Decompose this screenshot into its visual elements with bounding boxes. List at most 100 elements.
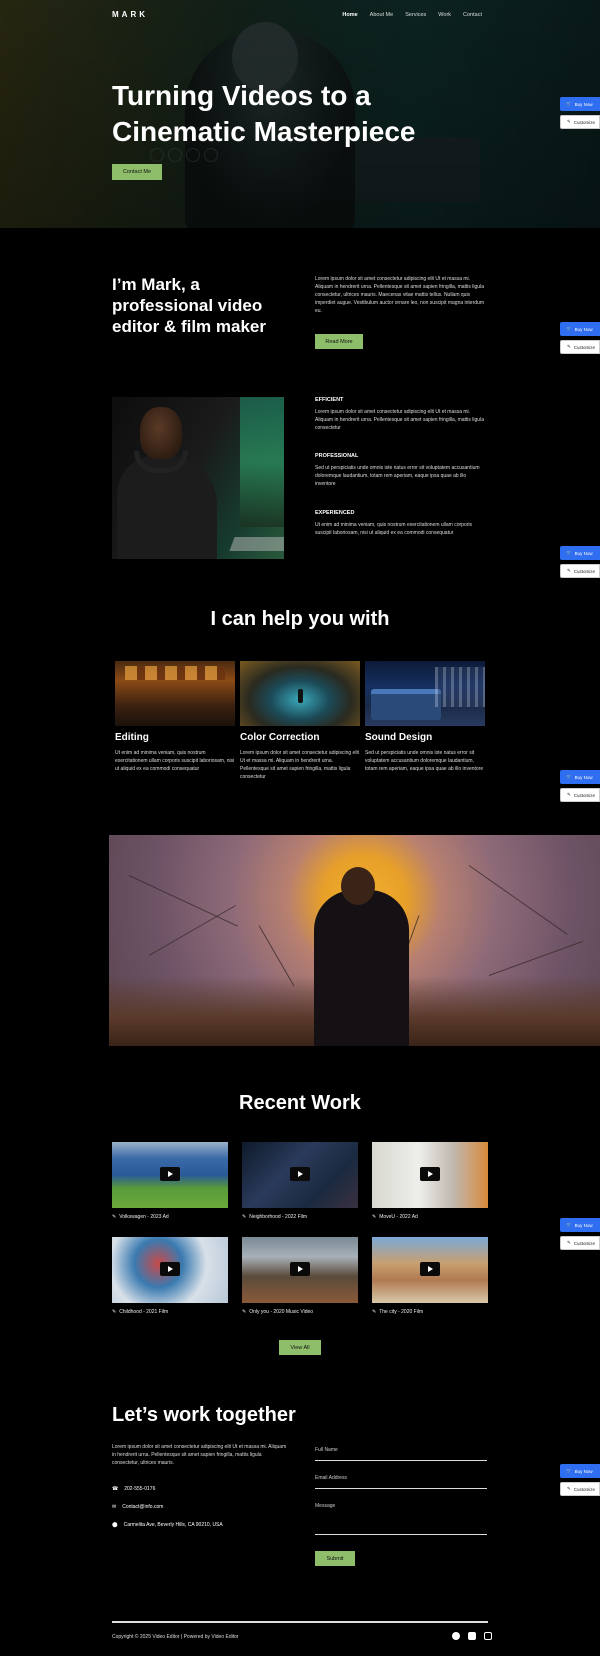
customize-button[interactable]: ✎Customize (560, 340, 600, 354)
service-title: Editing (115, 732, 149, 743)
about-text: Lorem ipsum dolor sit amet consectetur a… (315, 276, 484, 314)
cart-icon: 🛒 (566, 326, 572, 331)
contact-me-button[interactable]: Contact Me (112, 164, 162, 180)
work-item[interactable]: ✎ MoveU - 2022 Ad (372, 1142, 488, 1220)
contact-phone[interactable]: ☎ 202-555-0176 (112, 1486, 155, 1492)
buy-now-button[interactable]: 🛒Buy Now (560, 546, 600, 560)
cart-icon: 🛒 (566, 1468, 572, 1473)
contact-title: Let’s work together (112, 1404, 296, 1426)
customize-button[interactable]: ✎Customize (560, 564, 600, 578)
service-color-correction: Color Correction Lorem ipsum dolor sit a… (240, 661, 360, 781)
buy-now-button[interactable]: 🛒Buy Now (560, 1464, 600, 1478)
contact-email[interactable]: ✉ Contact@info.com (112, 1504, 163, 1510)
nav-home[interactable]: Home (342, 12, 357, 18)
customize-button[interactable]: ✎Customize (560, 788, 600, 802)
work-item[interactable]: ✎ Volkswagen - 2023 Ad (112, 1142, 228, 1220)
buy-now-button[interactable]: 🛒Buy Now (560, 322, 600, 336)
buy-now-button[interactable]: 🛒Buy Now (560, 1218, 600, 1232)
play-icon[interactable] (160, 1262, 180, 1276)
cart-icon: 🛒 (566, 774, 572, 779)
work-caption: Childhood - 2021 Film (119, 1309, 169, 1315)
brush-icon: ✎ (567, 119, 571, 124)
work-item[interactable]: ✎ Childhood - 2021 Film (112, 1237, 228, 1315)
address-text: Carmelita Ave, Beverly Hills, CA 90210, … (123, 1522, 223, 1528)
work-thumbnail (112, 1237, 228, 1303)
work-caption: Volkswagen - 2023 Ad (119, 1214, 169, 1220)
instagram-icon[interactable] (484, 1632, 492, 1640)
feature-text: Lorem ipsum dolor sit amet consectetur a… (315, 409, 484, 431)
work-item[interactable]: ✎ Neighborhood - 2022 Film (242, 1142, 358, 1220)
play-icon[interactable] (160, 1167, 180, 1181)
buy-now-label: Buy Now (574, 550, 593, 556)
work-item[interactable]: ✎ The city - 2020 Film (372, 1237, 488, 1315)
buy-now-label: Buy Now (574, 101, 593, 107)
email-input[interactable]: Email Address (315, 1475, 487, 1489)
nav-services[interactable]: Services (405, 12, 426, 18)
customize-button[interactable]: ✎Customize (560, 115, 600, 129)
buy-now-label: Buy Now (574, 1468, 593, 1474)
work-thumbnail (112, 1142, 228, 1208)
work-thumbnail (372, 1237, 488, 1303)
work-thumbnail (372, 1142, 488, 1208)
phone-icon: ☎ (112, 1486, 119, 1492)
phone-number: 202-555-0176 (124, 1486, 156, 1492)
feature-title: PROFESSIONAL (315, 453, 359, 459)
read-more-button[interactable]: Read More (315, 334, 363, 349)
customize-button[interactable]: ✎Customize (560, 1482, 600, 1496)
message-textarea[interactable]: Message (315, 1503, 487, 1535)
play-icon[interactable] (290, 1262, 310, 1276)
buy-now-label: Buy Now (574, 774, 593, 780)
recent-work-title: Recent Work (239, 1092, 361, 1114)
feature-efficient: EFFICIENT Lorem ipsum dolor sit amet con… (315, 397, 485, 432)
service-text: Sed ut perspiciatis unde omnis iste natu… (365, 750, 484, 772)
submit-button[interactable]: Submit (315, 1551, 355, 1566)
service-title: Sound Design (365, 732, 433, 743)
customize-label: Customize (573, 119, 596, 125)
nav-contact[interactable]: Contact (463, 12, 482, 18)
service-text: Ut enim ad minima veniam, quis nostrum e… (115, 750, 235, 772)
play-icon[interactable] (290, 1167, 310, 1181)
main-nav: Home About Me Services Work Contact (342, 12, 482, 18)
featured-woman-image (109, 835, 600, 1046)
nav-work[interactable]: Work (438, 12, 451, 18)
customize-label: Customize (573, 568, 596, 574)
contact-address: ⬤ Carmelita Ave, Beverly Hills, CA 90210,… (112, 1522, 223, 1528)
nav-about[interactable]: About Me (370, 12, 394, 18)
work-caption: MoveU - 2022 Ad (379, 1214, 418, 1220)
play-icon[interactable] (420, 1262, 440, 1276)
brush-icon: ✎ (567, 1486, 571, 1491)
footer-copyright: Copyright © 2025 Video Editor | Powered … (112, 1634, 239, 1640)
buy-now-button[interactable]: 🛒Buy Now (560, 97, 600, 111)
edit-icon: ✎ (242, 1214, 247, 1220)
buy-now-label: Buy Now (574, 1222, 593, 1228)
youtube-icon[interactable] (468, 1632, 476, 1640)
side-buttons: 🛒Buy Now ✎Customize (560, 1464, 600, 1496)
social-links (452, 1632, 492, 1640)
cart-icon: 🛒 (566, 101, 572, 106)
feature-title: EXPERIENCED (315, 510, 355, 516)
services-title: I can help you with (210, 608, 390, 630)
side-buttons: 🛒Buy Now ✎Customize (560, 546, 600, 578)
customize-label: Customize (573, 1486, 596, 1492)
full-name-input[interactable]: Full Name (315, 1447, 487, 1461)
edit-icon: ✎ (242, 1309, 247, 1315)
work-item[interactable]: ✎ Only you - 2020 Music Video (242, 1237, 358, 1315)
footer-divider (112, 1621, 488, 1623)
feature-professional: PROFESSIONAL Sed ut perspiciatis unde om… (315, 453, 485, 488)
location-icon: ⬤ (112, 1522, 118, 1528)
brush-icon: ✎ (567, 568, 571, 573)
customize-button[interactable]: ✎Customize (560, 1236, 600, 1250)
site-logo[interactable]: MARK (112, 10, 148, 19)
edit-icon: ✎ (372, 1214, 377, 1220)
service-editing: Editing Ut enim ad minima veniam, quis n… (115, 661, 235, 773)
customize-label: Customize (573, 792, 596, 798)
play-icon[interactable] (420, 1167, 440, 1181)
facebook-icon[interactable] (452, 1632, 460, 1640)
service-image (115, 661, 235, 726)
side-buttons: 🛒Buy Now ✎Customize (560, 1218, 600, 1250)
feature-title: EFFICIENT (315, 397, 344, 403)
buy-now-button[interactable]: 🛒Buy Now (560, 770, 600, 784)
feature-text: Sed ut perspiciatis unde omnis iste natu… (315, 465, 480, 487)
about-title: I’m Mark, a professional video editor & … (112, 275, 266, 336)
view-all-button[interactable]: View All (279, 1340, 321, 1355)
